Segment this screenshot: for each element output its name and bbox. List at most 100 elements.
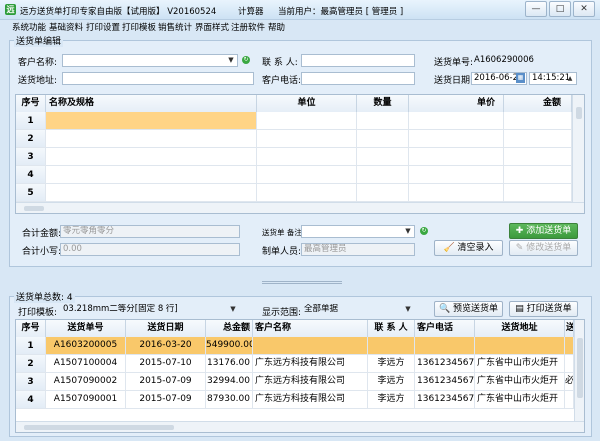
- add-delivery-button[interactable]: ✚ 添加送货单: [509, 223, 578, 239]
- quantity-cell[interactable]: [357, 112, 409, 130]
- list-row[interactable]: 3 A1507090002 2015-07-09 32994.00 广东远方科技…: [16, 373, 574, 391]
- calendar-icon[interactable]: ▦: [516, 73, 525, 83]
- phone-cell: 13612345678: [415, 391, 475, 409]
- clear-input-button[interactable]: 🧹 清空录入: [434, 240, 503, 256]
- chevron-down-icon: ▼: [228, 56, 234, 64]
- edit-group-title: 送货单编辑: [14, 34, 64, 47]
- menu-ui-style[interactable]: 界面样式: [195, 21, 229, 33]
- subtotal-field: 0.00: [60, 243, 240, 256]
- name-cell[interactable]: [46, 112, 257, 130]
- name-cell[interactable]: [46, 130, 257, 148]
- phone-label: 客户电话:: [262, 76, 302, 86]
- range-select[interactable]: 全部单据 ▼: [301, 303, 415, 316]
- add-icon: ✚: [515, 226, 527, 236]
- menu-print-settings[interactable]: 打印设置: [86, 21, 120, 33]
- amount-cell[interactable]: [504, 130, 572, 148]
- template-select[interactable]: 03.218mm二等分[固定 8 行] ▼: [60, 303, 240, 316]
- list-horizontal-scrollbar[interactable]: [16, 421, 584, 432]
- note-label: 送货单 备注: [262, 228, 302, 237]
- item-row[interactable]: 4: [16, 166, 572, 184]
- date-cell: 2016-03-20: [126, 337, 206, 355]
- item-row[interactable]: 2: [16, 130, 572, 148]
- calculator-link[interactable]: 计算器: [238, 5, 264, 17]
- add-delivery-label: 添加送货单: [526, 226, 572, 236]
- amount-cell[interactable]: [504, 166, 572, 184]
- menu-base-data[interactable]: 基础资料: [49, 21, 83, 33]
- menu-system[interactable]: 系统功能: [12, 21, 46, 33]
- amount-cell[interactable]: [504, 112, 572, 130]
- items-vertical-scrollbar[interactable]: [572, 95, 584, 202]
- modify-delivery-label: 修改送货单: [526, 243, 572, 253]
- amount-cell[interactable]: [504, 148, 572, 166]
- current-user: 当前用户：最高管理员 [ 管理员 ]: [278, 7, 404, 17]
- quantity-cell[interactable]: [357, 130, 409, 148]
- price-cell[interactable]: [409, 148, 504, 166]
- list-row[interactable]: 1 A1603200005 2016-03-20 549900.00: [16, 337, 574, 355]
- splitter-handle[interactable]: [262, 281, 342, 284]
- menu-help[interactable]: 帮助: [268, 21, 285, 33]
- template-value: 03.218mm二等分[固定 8 行]: [63, 304, 178, 314]
- spin-icon[interactable]: ▲: [565, 74, 575, 83]
- quantity-cell[interactable]: [357, 184, 409, 202]
- quantity-cell[interactable]: [357, 148, 409, 166]
- row-number: 3: [16, 373, 46, 391]
- items-horizontal-scrollbar[interactable]: [16, 202, 584, 213]
- row-number: 4: [16, 166, 46, 184]
- minimize-button[interactable]: —: [525, 1, 547, 17]
- menu-print-template[interactable]: 打印模板: [122, 21, 156, 33]
- app-icon: 远: [5, 4, 16, 15]
- row-number: 1: [16, 112, 46, 130]
- scroll-thumb[interactable]: [24, 206, 44, 211]
- time-field[interactable]: 14:15:21 ▲: [529, 72, 577, 85]
- price-cell[interactable]: [409, 166, 504, 184]
- unit-cell[interactable]: [257, 184, 357, 202]
- contact-field[interactable]: [301, 54, 415, 67]
- refresh-icon[interactable]: ↻: [420, 227, 428, 235]
- unit-cell[interactable]: [257, 130, 357, 148]
- modify-delivery-button[interactable]: ✎ 修改送货单: [509, 240, 578, 256]
- preview-button[interactable]: 🔍 预览送货单: [434, 301, 503, 317]
- scroll-thumb[interactable]: [576, 107, 582, 119]
- quantity-cell[interactable]: [357, 166, 409, 184]
- col-header-phone: 客户电话: [415, 320, 475, 337]
- item-row[interactable]: 1: [16, 112, 572, 130]
- phone-cell: 13612345678: [415, 373, 475, 391]
- print-button[interactable]: ▤ 打印送货单: [509, 301, 578, 317]
- phone-field[interactable]: [301, 72, 415, 85]
- phone-cell: 13612345678: [415, 355, 475, 373]
- price-cell[interactable]: [409, 130, 504, 148]
- chevron-down-icon: ▼: [230, 305, 236, 313]
- list-vertical-scrollbar[interactable]: [574, 320, 584, 421]
- scroll-thumb[interactable]: [577, 338, 583, 398]
- item-row[interactable]: 5: [16, 184, 572, 202]
- menu-register[interactable]: 注册软件: [231, 21, 265, 33]
- list-row[interactable]: 4 A1507090001 2015-07-09 87930.00 广东远方科技…: [16, 391, 574, 409]
- price-cell[interactable]: [409, 184, 504, 202]
- amount-cell[interactable]: [504, 184, 572, 202]
- name-cell[interactable]: [46, 184, 257, 202]
- magnifier-icon: 🔍: [438, 304, 454, 314]
- unit-cell[interactable]: [257, 112, 357, 130]
- name-cell[interactable]: [46, 148, 257, 166]
- note-select[interactable]: ▼: [301, 225, 415, 238]
- close-button[interactable]: ✕: [573, 1, 595, 17]
- address-field[interactable]: [62, 72, 254, 85]
- list-row[interactable]: 2 A1507100004 2015-07-10 13176.00 广东远方科技…: [16, 355, 574, 373]
- extra-cell: [565, 355, 574, 373]
- refresh-icon[interactable]: ↻: [242, 56, 250, 64]
- name-cell[interactable]: [46, 166, 257, 184]
- col-header-name: 名称及规格: [46, 95, 257, 112]
- item-row[interactable]: 3: [16, 148, 572, 166]
- unit-cell[interactable]: [257, 166, 357, 184]
- maximize-button[interactable]: □: [549, 1, 571, 17]
- scroll-thumb[interactable]: [24, 425, 174, 430]
- menu-sales-stats[interactable]: 销售统计: [158, 21, 192, 33]
- price-cell[interactable]: [409, 112, 504, 130]
- order-no-cell: A1507090001: [46, 391, 126, 409]
- customer-select[interactable]: ▼: [62, 54, 238, 67]
- contact-label: 联 系 人:: [262, 58, 298, 68]
- row-number: 5: [16, 184, 46, 202]
- customer-cell: 广东远方科技有限公司: [253, 373, 368, 391]
- edit-icon: ✎: [515, 243, 527, 253]
- unit-cell[interactable]: [257, 148, 357, 166]
